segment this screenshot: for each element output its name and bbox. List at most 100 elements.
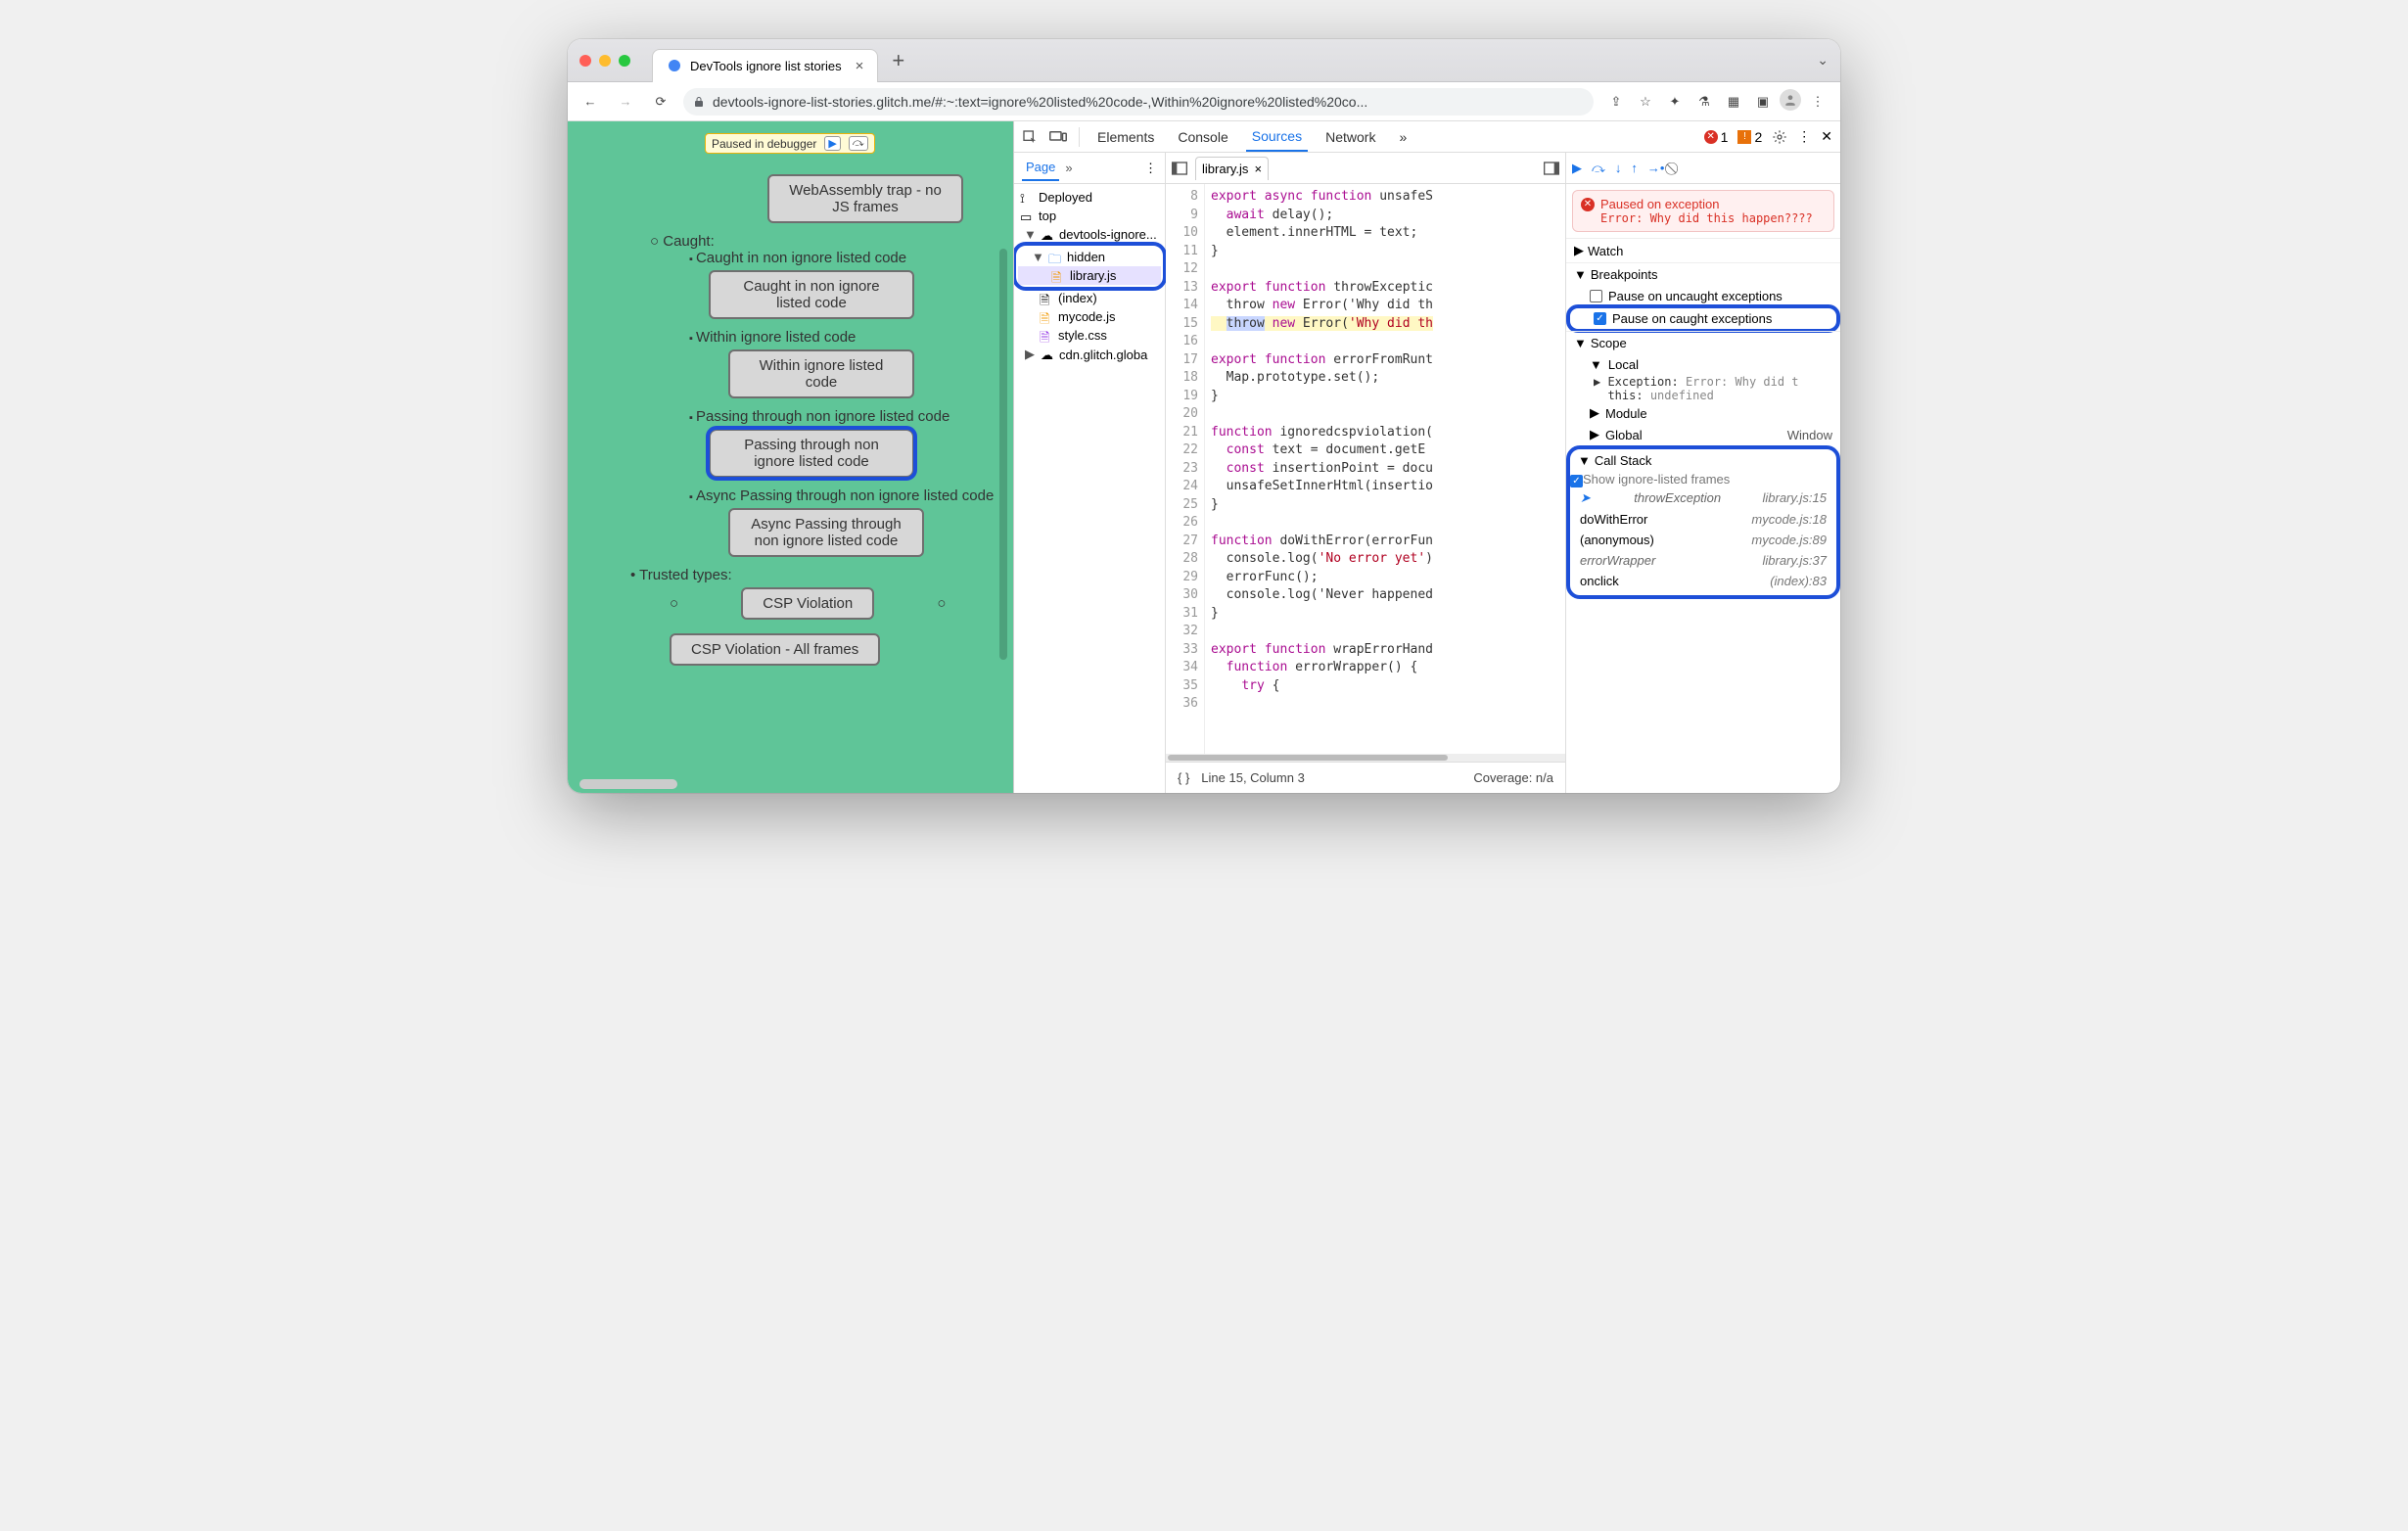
scope-header[interactable]: ▼Scope: [1566, 332, 1840, 354]
wasm-trap-button[interactable]: WebAssembly trap - no JS frames: [767, 174, 963, 223]
pretty-print-icon[interactable]: { }: [1178, 770, 1189, 785]
js-file-icon: 🗎: [1051, 269, 1065, 283]
code-area[interactable]: export async function unsafeS await dela…: [1205, 184, 1565, 754]
avatar[interactable]: [1780, 89, 1801, 111]
step-over-button[interactable]: ⤼: [1592, 161, 1605, 176]
callstack-frame[interactable]: doWithErrormycode.js:18: [1570, 509, 1836, 530]
tab-elements[interactable]: Elements: [1091, 123, 1160, 151]
within-ignore-button[interactable]: Within ignore listed code: [728, 349, 914, 398]
maximize-window-button[interactable]: [619, 55, 630, 67]
callstack-frame[interactable]: throwExceptionlibrary.js:15: [1570, 487, 1836, 509]
show-ignored-checkbox[interactable]: ✓Show ignore-listed frames: [1570, 472, 1836, 487]
pause-caught-checkbox[interactable]: ✓Pause on caught exceptions: [1570, 308, 1836, 329]
extensions-icon[interactable]: ✦: [1662, 89, 1688, 115]
tree-folder-hidden[interactable]: ▼🗀hidden: [1018, 248, 1161, 266]
navigator-menu-icon[interactable]: ⋮: [1144, 161, 1157, 176]
devtools-panel: Elements Console Sources Network » ✕ 1 !…: [1013, 121, 1840, 793]
pause-uncaught-checkbox[interactable]: Pause on uncaught exceptions: [1566, 286, 1840, 306]
settings-icon[interactable]: [1772, 129, 1787, 145]
tab-close-button[interactable]: ×: [856, 58, 864, 74]
csp-violation-button[interactable]: CSP Violation: [741, 587, 874, 620]
tab-console[interactable]: Console: [1172, 123, 1233, 151]
warning-count[interactable]: ! 2: [1737, 129, 1762, 145]
caught-non-ignore-button[interactable]: Caught in non ignore listed code: [709, 270, 914, 319]
scope-global[interactable]: ▶GlobalWindow: [1566, 424, 1840, 445]
app-icon[interactable]: ▣: [1750, 89, 1776, 115]
new-tab-button[interactable]: +: [892, 48, 904, 73]
tab-overflow-button[interactable]: ⌄: [1817, 52, 1829, 69]
scope-this[interactable]: this: undefined: [1566, 389, 1840, 402]
tree-file-index[interactable]: 🗎(index): [1018, 289, 1161, 307]
scope-exception[interactable]: ▶ Exception: Error: Why did t: [1566, 375, 1840, 389]
editor-horizontal-scrollbar[interactable]: [1166, 754, 1565, 762]
scope-module[interactable]: ▶Module: [1566, 402, 1840, 424]
tree-file-library[interactable]: 🗎library.js: [1018, 266, 1161, 285]
sources-body: Page » ⋮ ⟟Deployed ▭top ▼☁devtools-ignor…: [1014, 153, 1840, 793]
inspect-icon[interactable]: [1022, 129, 1038, 145]
close-icon[interactable]: ×: [1254, 162, 1262, 176]
share-icon[interactable]: ⇪: [1603, 89, 1629, 115]
devtools-menu-icon[interactable]: ⋮: [1797, 128, 1811, 145]
chevron-right-icon: ▶: [1590, 405, 1599, 421]
navigator-tab-page[interactable]: Page: [1022, 155, 1059, 181]
tree-deployed[interactable]: ⟟Deployed: [1018, 188, 1161, 207]
devtools-icon[interactable]: ▦: [1721, 89, 1746, 115]
cloud-icon: ☁: [1041, 348, 1054, 361]
error-count[interactable]: ✕ 1: [1704, 129, 1729, 145]
chevron-down-icon: ▼: [1574, 267, 1587, 282]
watch-section[interactable]: ▶Watch: [1566, 238, 1840, 262]
device-icon[interactable]: [1049, 130, 1067, 144]
tab-more[interactable]: »: [1393, 123, 1412, 151]
editor-tab-library[interactable]: library.js ×: [1195, 157, 1269, 180]
tree-top[interactable]: ▭top: [1018, 207, 1161, 225]
browser-tab[interactable]: DevTools ignore list stories ×: [652, 49, 878, 82]
back-button[interactable]: ←: [578, 89, 603, 115]
step-out-button[interactable]: ↑: [1631, 161, 1638, 175]
callstack-header[interactable]: ▼Call Stack: [1570, 449, 1836, 472]
menu-icon[interactable]: ⋮: [1805, 89, 1830, 115]
navigator-tab-more[interactable]: »: [1065, 161, 1072, 175]
step-button[interactable]: →•: [1647, 161, 1665, 175]
passing-through-button[interactable]: Passing through non ignore listed code: [709, 429, 914, 478]
item-within-ignore: Within ignore listed code: [689, 329, 999, 346]
csp-violation-all-button[interactable]: CSP Violation - All frames: [670, 633, 880, 666]
highlighted-tree-group: ▼🗀hidden 🗎library.js: [1016, 246, 1163, 287]
async-passing-button[interactable]: Async Passing through non ignore listed …: [728, 508, 924, 557]
toggle-navigator-icon[interactable]: [1172, 162, 1187, 175]
reload-button[interactable]: ⟳: [648, 89, 673, 115]
page-scrollbar[interactable]: [999, 249, 1007, 660]
editor-body[interactable]: 8910111213141516171819202122232425262728…: [1166, 184, 1565, 754]
address-bar[interactable]: devtools-ignore-list-stories.glitch.me/#…: [683, 88, 1594, 116]
resume-button[interactable]: ▶: [1572, 161, 1582, 176]
scope-local[interactable]: ▼Local: [1566, 354, 1840, 375]
callstack-frame[interactable]: errorWrapperlibrary.js:37: [1570, 550, 1836, 571]
navigator-tabs: Page » ⋮: [1014, 153, 1165, 184]
step-into-button[interactable]: ↓: [1615, 161, 1622, 175]
minimize-window-button[interactable]: [599, 55, 611, 67]
resume-icon[interactable]: ▶: [824, 136, 840, 151]
callstack-frame[interactable]: (anonymous)mycode.js:89: [1570, 530, 1836, 550]
tree-file-style[interactable]: 🗎style.css: [1018, 326, 1161, 345]
callstack-section: ▼Call Stack ✓Show ignore-listed frames t…: [1570, 449, 1836, 595]
file-tree: ⟟Deployed ▭top ▼☁devtools-ignore... ▼🗀hi…: [1014, 184, 1165, 368]
navigator-horizontal-scrollbar[interactable]: [579, 779, 677, 789]
breakpoints-header[interactable]: ▼Breakpoints: [1566, 263, 1840, 286]
tab-title: DevTools ignore list stories: [690, 59, 842, 73]
devtools-close-icon[interactable]: ✕: [1821, 128, 1832, 145]
paused-in-debugger-pill: Paused in debugger ▶ ⤼: [705, 133, 875, 154]
toggle-debugger-icon[interactable]: [1544, 162, 1559, 175]
line-gutter: 8910111213141516171819202122232425262728…: [1166, 184, 1205, 754]
tab-network[interactable]: Network: [1320, 123, 1381, 151]
tree-cdn[interactable]: ▶☁cdn.glitch.globa: [1018, 345, 1161, 364]
callstack-frame[interactable]: onclick(index):83: [1570, 571, 1836, 591]
close-window-button[interactable]: [579, 55, 591, 67]
chevron-down-icon: ▼: [1578, 453, 1591, 468]
tab-sources[interactable]: Sources: [1246, 122, 1308, 152]
tree-site[interactable]: ▼☁devtools-ignore...: [1018, 225, 1161, 244]
labs-icon[interactable]: ⚗: [1691, 89, 1717, 115]
forward-button[interactable]: →: [613, 89, 638, 115]
tree-file-mycode[interactable]: 🗎mycode.js: [1018, 307, 1161, 326]
item-async-passing: Async Passing through non ignore listed …: [689, 487, 999, 504]
bookmark-icon[interactable]: ☆: [1633, 89, 1658, 115]
step-over-icon[interactable]: ⤼: [849, 136, 868, 151]
